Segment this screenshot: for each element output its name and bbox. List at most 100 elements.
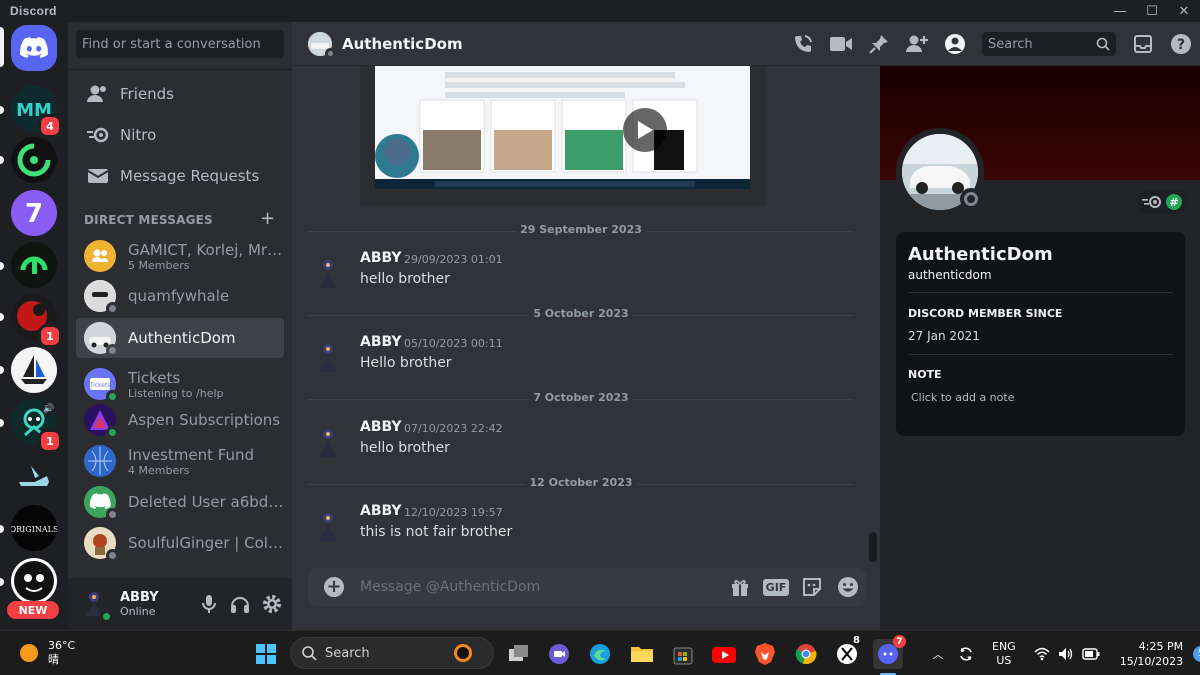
date-label: 7 October 2023 — [529, 391, 633, 404]
maximize-button[interactable]: ☐ — [1136, 0, 1168, 22]
message-avatar[interactable] — [308, 423, 348, 463]
message[interactable]: ABBY 05/10/2023 00:11 Hello brother — [308, 334, 848, 384]
dm-item[interactable]: GAMICT, Korlej, Mr_G... 5 Members — [76, 236, 284, 276]
server-green-logo[interactable] — [11, 242, 57, 288]
play-button[interactable] — [623, 108, 667, 152]
taskbar-edge[interactable] — [585, 639, 615, 669]
dm-name: quamfywhale — [128, 287, 230, 305]
note-label: NOTE — [908, 368, 942, 381]
nav-friends[interactable]: Friends — [76, 74, 284, 114]
server-originals[interactable]: ORIGINALS — [11, 505, 57, 551]
video-call-button[interactable] — [822, 36, 860, 52]
message-author[interactable]: ABBY — [360, 419, 402, 435]
gift-button[interactable] — [722, 577, 758, 597]
message-content: this is not fair brother — [360, 524, 513, 540]
gif-button[interactable]: GIF — [758, 578, 794, 596]
create-dm-button[interactable]: + — [260, 208, 275, 229]
avatar: Tickets — [84, 368, 119, 403]
headphones-icon[interactable] — [230, 594, 250, 614]
emoji-button[interactable] — [830, 576, 866, 598]
status-online — [100, 610, 113, 623]
dm-name: Tickets — [128, 368, 181, 387]
group-icon — [92, 249, 108, 262]
message[interactable]: ABBY 29/09/2023 01:01 hello brother — [308, 250, 848, 300]
message-avatar[interactable] — [308, 507, 348, 547]
start-button[interactable] — [251, 639, 281, 669]
x-notification-badge: 8 — [853, 635, 860, 646]
message-author[interactable]: ABBY — [360, 503, 402, 519]
dm-item[interactable]: Aspen Subscriptions — [76, 400, 284, 440]
taskbar-store[interactable] — [668, 639, 698, 669]
message-avatar[interactable] — [308, 338, 348, 378]
microphone-icon[interactable] — [200, 594, 218, 614]
clock[interactable]: 4:25 PM 15/10/2023 — [1120, 639, 1183, 669]
dm-item[interactable]: SoulfulGinger | Collin — [76, 523, 284, 563]
direct-messages-header: DIRECT MESSAGES — [84, 213, 213, 227]
attach-plus-button[interactable]: + — [324, 577, 344, 597]
header-search-input[interactable]: Search — [982, 32, 1116, 56]
app-title: Discord — [10, 4, 57, 18]
taskbar-brave[interactable] — [750, 639, 780, 669]
nav-message-requests[interactable]: Message Requests — [76, 156, 284, 196]
minimize-button[interactable]: — — [1104, 0, 1136, 22]
sync-icon[interactable] — [958, 646, 974, 662]
task-view-button[interactable] — [504, 639, 534, 669]
volume-icon[interactable] — [1058, 647, 1074, 661]
taskbar-meet-app[interactable] — [544, 639, 574, 669]
chevron-up-icon[interactable]: ︿ — [930, 646, 946, 662]
taskbar-chrome[interactable] — [791, 639, 821, 669]
language-indicator[interactable]: ENG US — [992, 640, 1016, 668]
server-runner[interactable] — [11, 452, 57, 498]
inbox-button[interactable] — [1124, 34, 1162, 54]
scrollbar-thumb[interactable] — [869, 532, 877, 562]
profile-avatar[interactable] — [896, 128, 984, 216]
pinned-messages-button[interactable] — [860, 34, 898, 54]
taskbar-file-explorer[interactable] — [627, 639, 657, 669]
voice-call-button[interactable] — [784, 34, 822, 54]
message[interactable]: ABBY 12/10/2023 19:57 this is not fair b… — [308, 503, 848, 553]
user-profile-toggle[interactable] — [936, 33, 974, 55]
message[interactable]: ABBY 07/10/2023 22:42 hello brother — [308, 419, 848, 469]
notification-center-badge[interactable]: 5 — [1193, 645, 1200, 662]
nitro-badge-icon[interactable] — [1142, 195, 1162, 209]
battery-icon[interactable] — [1082, 647, 1100, 660]
message-author[interactable]: ABBY — [360, 334, 402, 350]
dm-item[interactable]: Deleted User a6bd83e1 — [76, 482, 284, 522]
sticker-button[interactable] — [794, 577, 830, 597]
add-friends-to-dm-button[interactable] — [898, 34, 936, 54]
speaker-icon: 🔊 — [42, 402, 56, 416]
home-button[interactable] — [11, 25, 57, 71]
new-badge: NEW — [7, 601, 59, 619]
dm-item[interactable]: Investment Fund 4 Members — [76, 440, 284, 482]
user-avatar[interactable] — [78, 588, 113, 623]
nav-nitro[interactable]: Nitro — [76, 115, 284, 155]
unread-indicator — [0, 578, 4, 586]
server-green-ring[interactable] — [11, 137, 57, 183]
taskbar-search[interactable]: Search — [290, 637, 494, 669]
close-button[interactable]: ✕ — [1168, 0, 1200, 22]
eclipse-highlight-icon — [441, 642, 485, 664]
server-sailboat[interactable] — [11, 347, 57, 393]
dm-item-selected[interactable]: AuthenticDom — [76, 318, 284, 358]
hashtag-badge-icon[interactable]: # — [1166, 194, 1182, 210]
note-input[interactable]: Click to add a note — [911, 391, 1014, 404]
server-ape[interactable] — [11, 558, 57, 604]
status-offline — [325, 47, 336, 59]
help-button[interactable]: ? — [1162, 33, 1200, 55]
settings-gear-icon[interactable] — [262, 594, 282, 614]
dm-item[interactable]: quamfywhale — [76, 276, 284, 316]
conversation-search-input[interactable]: Find or start a conversation — [76, 30, 284, 58]
message-input[interactable]: Message @AuthenticDom — [360, 579, 722, 595]
weather-widget[interactable]: 36°C 晴 — [18, 639, 75, 667]
message-avatar[interactable] — [308, 254, 348, 294]
date-divider: 7 October 2023 — [308, 391, 854, 404]
video-thumbnail[interactable] — [375, 66, 750, 189]
server-purple-7[interactable]: 7 — [11, 190, 57, 236]
unread-indicator — [0, 366, 4, 374]
wifi-icon[interactable] — [1034, 647, 1050, 661]
search-icon — [1096, 37, 1110, 51]
discord-logo-icon — [20, 37, 48, 58]
message-author[interactable]: ABBY — [360, 250, 402, 266]
taskbar-youtube[interactable] — [709, 639, 739, 669]
edge-browser-icon — [590, 644, 610, 664]
